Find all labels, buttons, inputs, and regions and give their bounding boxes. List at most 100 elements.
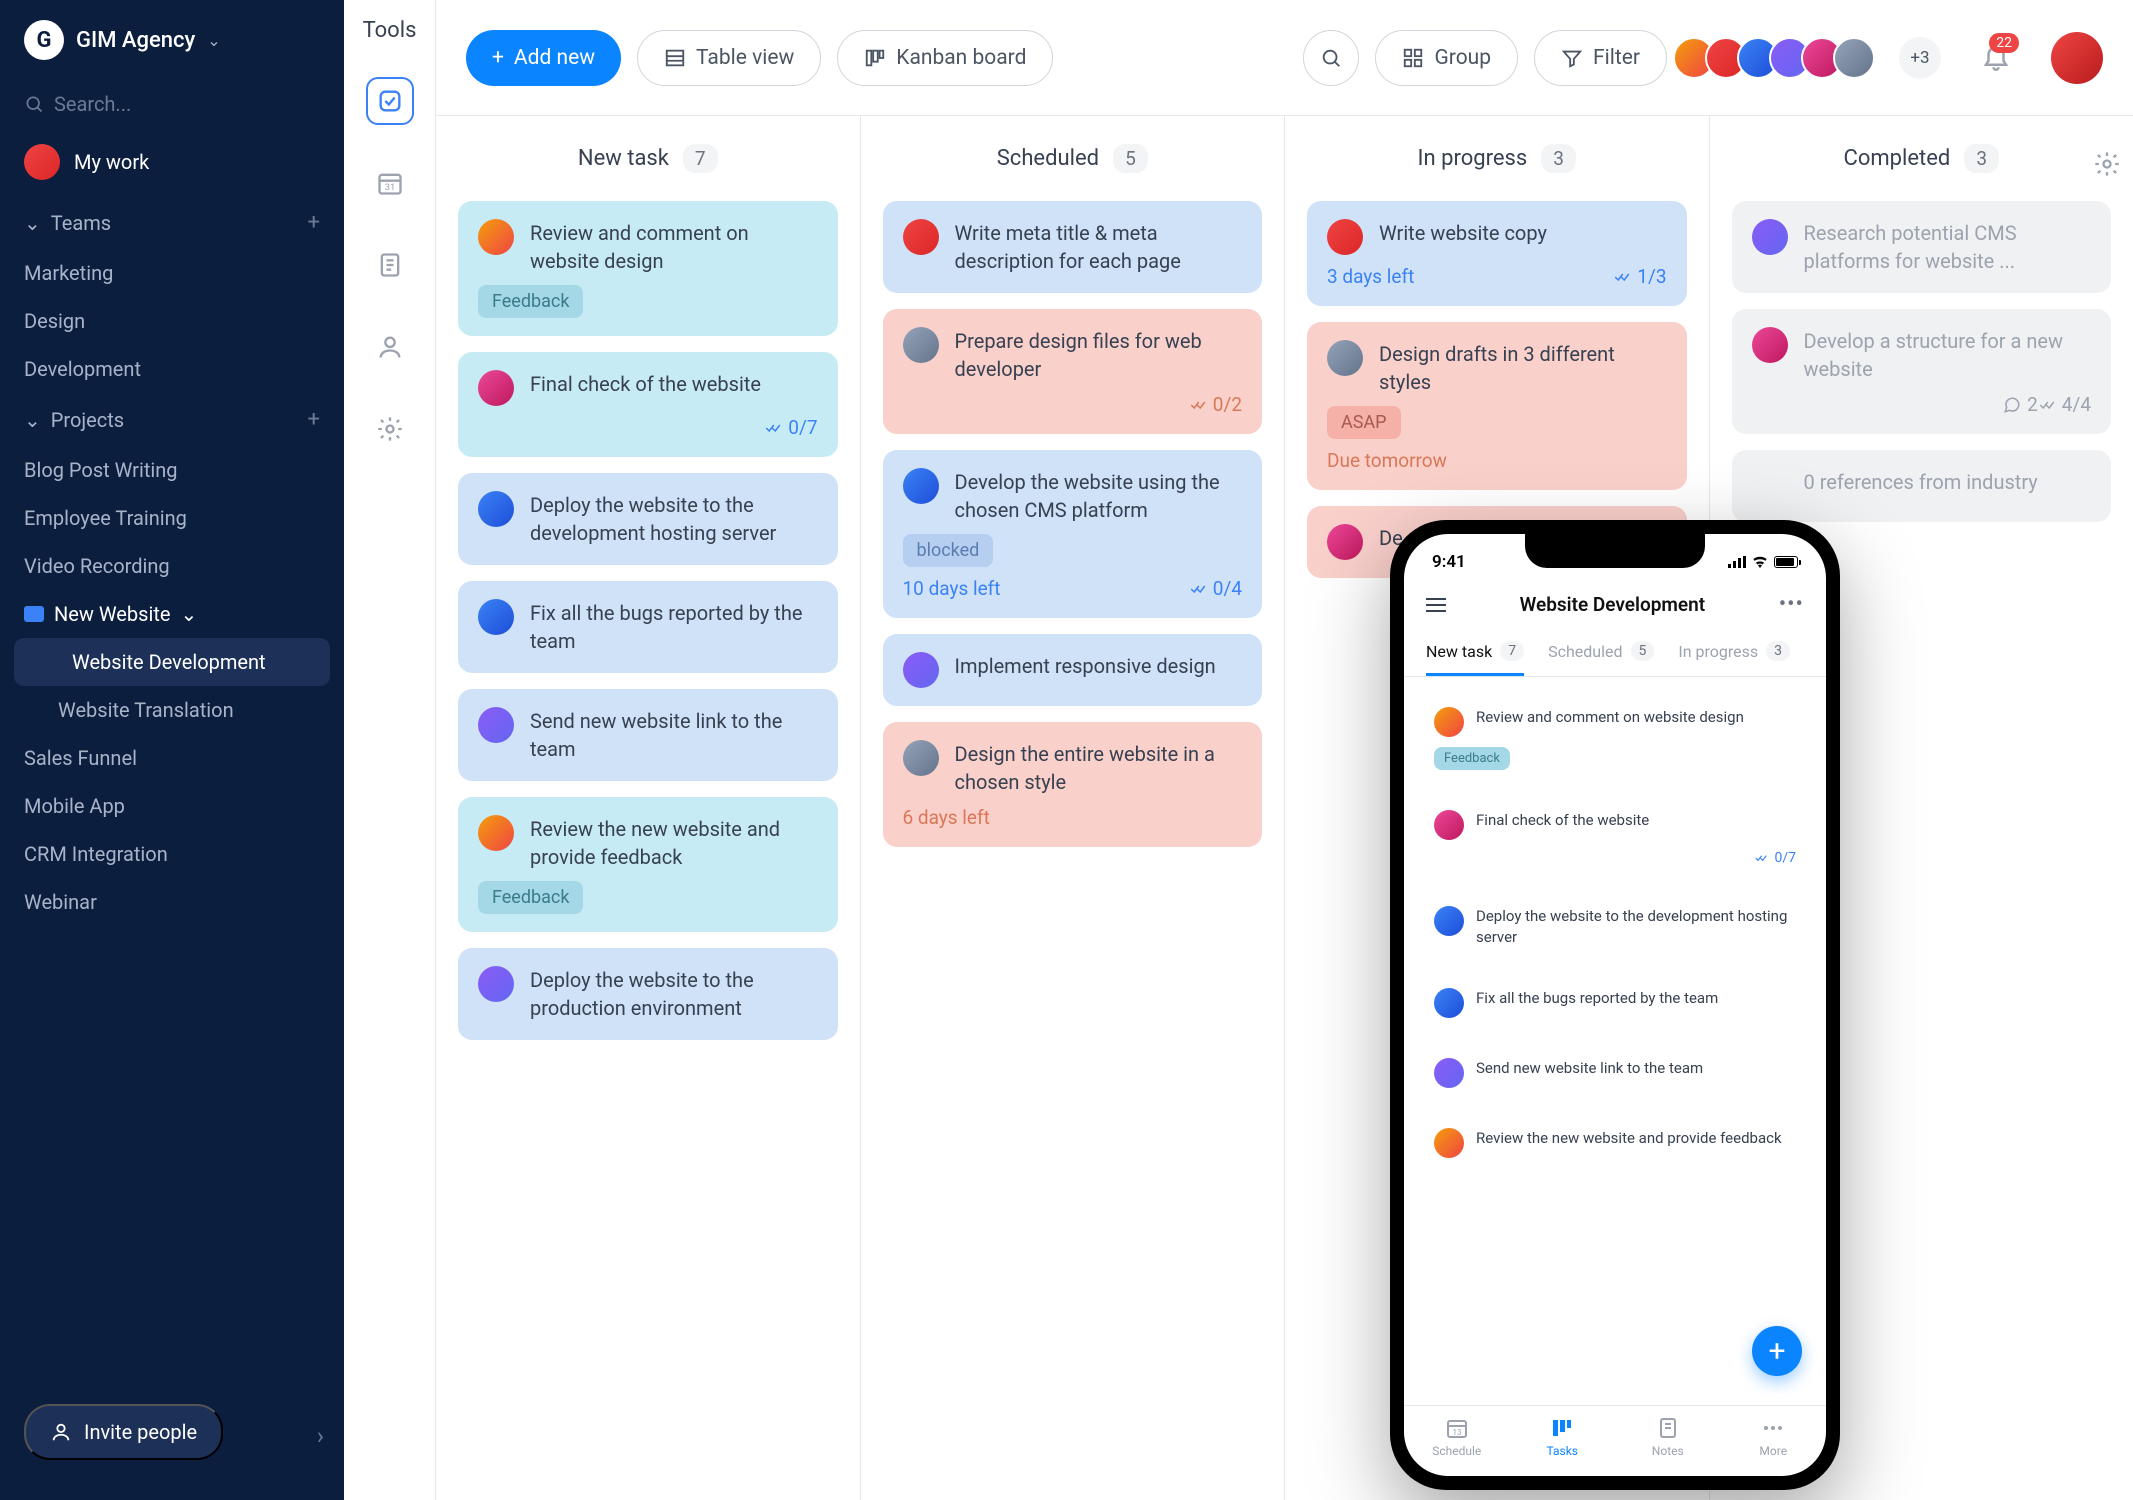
- project-sales-funnel[interactable]: Sales Funnel: [0, 734, 344, 782]
- logo: G: [24, 20, 64, 60]
- task-card[interactable]: Prepare design files for web developer0/…: [883, 309, 1263, 434]
- kanban-icon: [864, 47, 886, 69]
- kanban-board-button[interactable]: Kanban board: [837, 30, 1053, 86]
- navrail: Tools 31: [344, 0, 436, 1500]
- task-card[interactable]: Fix all the bugs reported by the team: [1420, 974, 1810, 1032]
- task-card[interactable]: Implement responsive design: [883, 634, 1263, 706]
- project-new-website[interactable]: New Website ⌄: [0, 590, 344, 638]
- my-work-link[interactable]: My work: [0, 128, 344, 196]
- add-project-button[interactable]: +: [308, 407, 320, 432]
- project-video-recording[interactable]: Video Recording: [0, 542, 344, 590]
- search-button[interactable]: [1303, 30, 1359, 86]
- avatar: [1327, 219, 1363, 255]
- table-view-button[interactable]: Table view: [637, 30, 821, 86]
- team-marketing[interactable]: Marketing: [0, 249, 344, 297]
- task-card[interactable]: Final check of the website0/7: [458, 352, 838, 457]
- card-title: Develop the website using the chosen CMS…: [955, 468, 1243, 524]
- task-card[interactable]: Write meta title & meta description for …: [883, 201, 1263, 293]
- card-title: Final check of the website: [530, 370, 761, 398]
- rail-calendar-icon[interactable]: 31: [366, 159, 414, 207]
- task-card[interactable]: Deploy the website to the development ho…: [458, 473, 838, 565]
- tabbar-more[interactable]: More: [1721, 1416, 1827, 1458]
- group-button[interactable]: Group: [1375, 30, 1518, 86]
- task-card[interactable]: Final check of the website0/7: [1420, 796, 1810, 880]
- sidebar: G GIM Agency ⌄ Search... My work ⌄Teams …: [0, 0, 344, 1500]
- avatar: [478, 370, 514, 406]
- workspace-switcher[interactable]: G GIM Agency ⌄: [0, 0, 344, 80]
- task-card[interactable]: Research potential CMS platforms for web…: [1732, 201, 2112, 293]
- invite-people-button[interactable]: Invite people: [24, 1404, 223, 1460]
- add-new-button[interactable]: +Add new: [466, 30, 621, 86]
- due-date: 3 days left: [1327, 265, 1414, 288]
- task-card[interactable]: Design the entire website in a chosen st…: [883, 722, 1263, 847]
- signal-icon: [1728, 556, 1746, 568]
- tabbar-notes[interactable]: Notes: [1615, 1416, 1721, 1458]
- notifications-button[interactable]: 22: [1981, 41, 2011, 75]
- phone-notch: [1525, 534, 1705, 568]
- tabbar-schedule[interactable]: 13Schedule: [1404, 1416, 1510, 1458]
- card-title: Review the new website and provide feedb…: [1476, 1128, 1782, 1149]
- card-title: Send new website link to the team: [530, 707, 818, 763]
- board-settings-button[interactable]: [2093, 150, 2121, 182]
- filter-button[interactable]: Filter: [1534, 30, 1667, 86]
- more-members-count[interactable]: +3: [1899, 37, 1941, 79]
- avatar: [478, 599, 514, 635]
- search-icon: [1320, 47, 1342, 69]
- more-button[interactable]: •••: [1779, 592, 1804, 617]
- search-input[interactable]: Search...: [0, 80, 344, 128]
- task-card[interactable]: Review and comment on website designFeed…: [1420, 693, 1810, 784]
- task-card[interactable]: 0 references from industry: [1732, 450, 2112, 522]
- phone-tab-new-task[interactable]: New task7: [1426, 641, 1524, 676]
- task-card[interactable]: Deploy the website to the development ho…: [1420, 892, 1810, 962]
- task-card[interactable]: Develop the website using the chosen CMS…: [883, 450, 1263, 618]
- notif-badge: 22: [1989, 33, 2019, 53]
- add-team-button[interactable]: +: [308, 210, 320, 235]
- rail-people-icon[interactable]: [366, 323, 414, 371]
- task-card[interactable]: Fix all the bugs reported by the team: [458, 581, 838, 673]
- tab-count: 5: [1631, 641, 1655, 661]
- filter-label: Filter: [1593, 46, 1640, 70]
- project-website-translation[interactable]: Website Translation: [0, 686, 344, 734]
- projects-section-header[interactable]: ⌄Projects +: [0, 393, 344, 446]
- user-avatar[interactable]: [2051, 32, 2103, 84]
- phone-tab-in-progress[interactable]: In progress3: [1678, 641, 1790, 676]
- project-mobile-app[interactable]: Mobile App: [0, 782, 344, 830]
- phone-title: Website Development: [1520, 593, 1706, 616]
- rail-settings-icon[interactable]: [366, 405, 414, 453]
- avatar: [478, 815, 514, 851]
- task-card[interactable]: Develop a structure for a new website24/…: [1732, 309, 2112, 434]
- column-count: 5: [1113, 144, 1148, 173]
- task-card[interactable]: Review the new website and provide feedb…: [458, 797, 838, 932]
- team-development[interactable]: Development: [0, 345, 344, 393]
- phone-tab-scheduled[interactable]: Scheduled5: [1548, 641, 1654, 676]
- project-employee-training[interactable]: Employee Training: [0, 494, 344, 542]
- task-card[interactable]: Write website copy3 days left1/3: [1307, 201, 1687, 306]
- task-card[interactable]: Send new website link to the team: [1420, 1044, 1810, 1102]
- task-card[interactable]: Review and comment on website designFeed…: [458, 201, 838, 336]
- menu-button[interactable]: [1426, 598, 1446, 612]
- member-avatars[interactable]: [1683, 37, 1875, 79]
- filter-icon: [1561, 47, 1583, 69]
- rail-notes-icon[interactable]: [366, 241, 414, 289]
- avatar: [24, 144, 60, 180]
- collapse-sidebar-button[interactable]: ›: [317, 1422, 324, 1450]
- subtask-count: 0/2: [1189, 393, 1242, 416]
- task-card[interactable]: Deploy the website to the production env…: [458, 948, 838, 1040]
- team-design[interactable]: Design: [0, 297, 344, 345]
- tabbar-tasks[interactable]: Tasks: [1510, 1416, 1616, 1458]
- project-website-development[interactable]: Website Development: [14, 638, 330, 686]
- project-webinar[interactable]: Webinar: [0, 878, 344, 926]
- tag-blocked: blocked: [903, 534, 994, 567]
- task-card[interactable]: Send new website link to the team: [458, 689, 838, 781]
- teams-section-header[interactable]: ⌄Teams +: [0, 196, 344, 249]
- add-task-fab[interactable]: +: [1752, 1326, 1802, 1376]
- rail-tasks-icon[interactable]: [366, 77, 414, 125]
- project-crm-integration[interactable]: CRM Integration: [0, 830, 344, 878]
- card-title: Deploy the website to the production env…: [530, 966, 818, 1022]
- tag-feedback: Feedback: [1434, 747, 1510, 770]
- task-card[interactable]: Design drafts in 3 different stylesASAPD…: [1307, 322, 1687, 490]
- task-card[interactable]: Review the new website and provide feedb…: [1420, 1114, 1810, 1172]
- due-date: Due tomorrow: [1327, 449, 1447, 472]
- column-header: Scheduled5: [861, 116, 1285, 201]
- project-blog-post[interactable]: Blog Post Writing: [0, 446, 344, 494]
